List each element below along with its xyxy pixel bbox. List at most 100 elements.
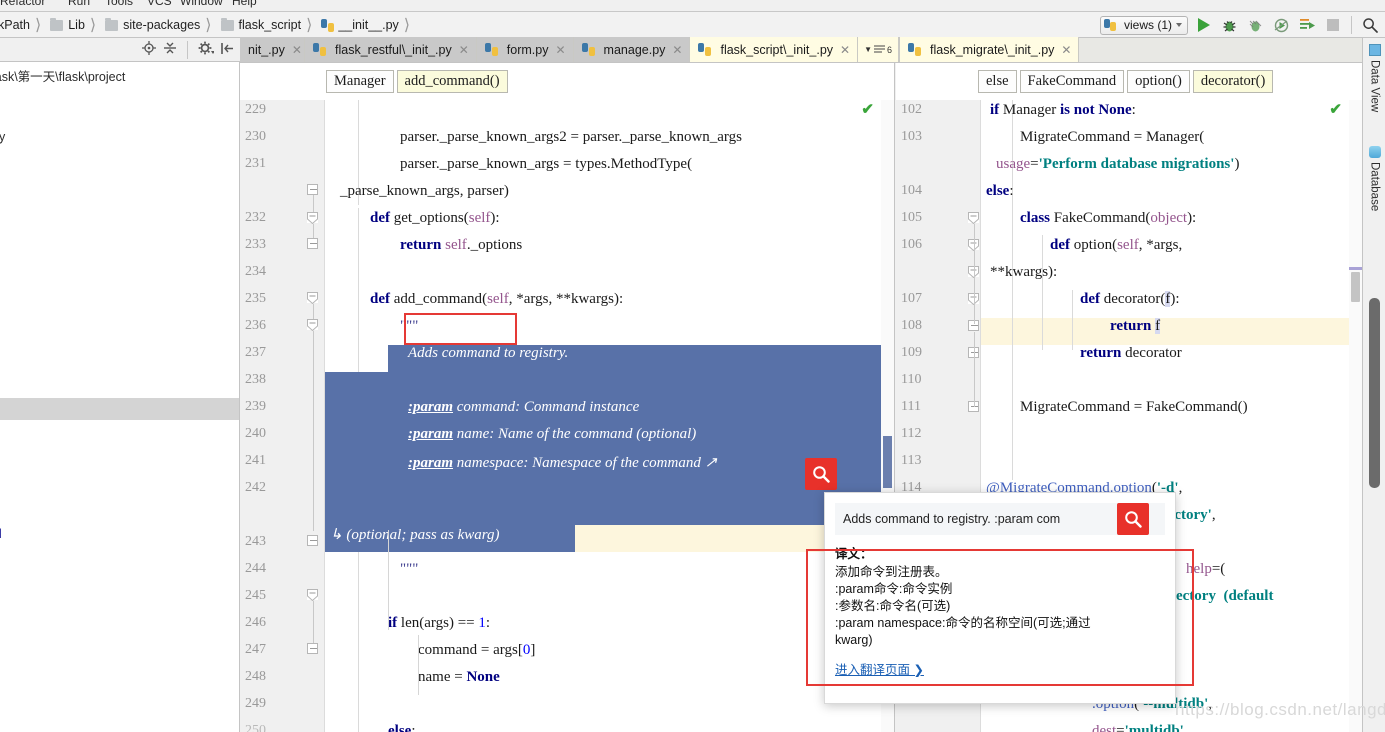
menu-item-window[interactable]: Window [180, 0, 223, 8]
inspection-ok-icon[interactable]: ✔ [1329, 100, 1342, 118]
structure-crumb-fakecommand[interactable]: FakeCommand [1019, 70, 1125, 93]
settings-gear-icon[interactable] [198, 41, 215, 58]
breadcrumb-item-4[interactable]: __init__.py ⟩ [317, 12, 415, 38]
breadcrumb-item-1[interactable]: Lib ⟩ [46, 12, 101, 38]
structure-crumb-option[interactable]: option() [1127, 70, 1190, 93]
symbol-add-command: add_command [393, 291, 483, 307]
close-icon[interactable]: ✕ [1061, 43, 1071, 57]
close-icon[interactable]: ✕ [840, 43, 850, 57]
breadcrumb-item-0[interactable]: kPath ⟩ [0, 12, 46, 38]
tab-flask-migrate-init-py[interactable]: flask_migrate\_init_.py ✕ [899, 37, 1080, 62]
code-line-242b: ↳ (optional; pass as kwarg) [330, 527, 500, 543]
right-editor-breadcrumb: else FakeCommand option() decorator() [896, 63, 1362, 100]
code-line-241: :param name: Name of the command (option… [408, 426, 697, 442]
translate-search-button-floating[interactable] [805, 458, 837, 490]
translate-popup-body: 译文： 添加命令到注册表。 :param命令:命令实例 :参数名:命令名(可选)… [835, 543, 1165, 678]
tool-button-data-view[interactable]: Data View [1363, 44, 1385, 136]
scrollbar-thumb[interactable] [1351, 272, 1360, 302]
chevron-down-icon [1176, 23, 1182, 27]
tool-button-database[interactable]: Database [1363, 146, 1385, 236]
tab-form-py[interactable]: form.py ✕ [476, 37, 574, 62]
translate-result-line: kwarg) [835, 633, 873, 647]
breadcrumb-label-4: __init__.py [338, 18, 399, 32]
python-file-icon [698, 43, 712, 56]
translate-popup[interactable]: Adds command to registry. :param com 译文：… [824, 492, 1176, 704]
structure-crumb-decorator[interactable]: decorator() [1192, 70, 1274, 93]
close-icon[interactable]: ✕ [672, 43, 682, 57]
translate-page-link[interactable]: 进入翻译页面 ❯ [835, 659, 924, 678]
run-icon[interactable] [1192, 14, 1214, 36]
tool-button-label: Database [1368, 162, 1381, 212]
translate-result-line: 添加命令到注册表。 [835, 565, 948, 579]
tab-flask-restful-init-py[interactable]: flask_restful\_init_.py ✕ [305, 37, 477, 62]
tab-manage-py[interactable]: manage.py ✕ [573, 37, 691, 62]
translate-result-line: :参数名:命令名(可选) [835, 599, 951, 613]
debug-icon[interactable] [1218, 14, 1240, 36]
coverage-icon[interactable] [1244, 14, 1266, 36]
chevron-right-icon-4: ⟩ [403, 17, 411, 34]
breadcrumb-label-2: site-packages [123, 18, 201, 32]
close-icon[interactable]: ✕ [555, 43, 565, 57]
editor-pane-left: Manager add_command() 229 230 231 232 23… [240, 63, 895, 732]
tab-nit-py[interactable]: nit_.py ✕ [240, 37, 305, 62]
structure-crumb-else[interactable]: else [978, 70, 1017, 93]
code-line-238: Adds command to registry. [408, 345, 569, 361]
code-line-237: """ [400, 318, 419, 334]
code-line-240: :param command: Command instance [408, 399, 640, 415]
breadcrumb-item-3[interactable]: flask_script ⟩ [217, 12, 318, 38]
structure-crumb-manager[interactable]: Manager [326, 70, 394, 93]
code-line-249: else: [388, 723, 416, 732]
code-line-231: parser._parse_known_args = types.MethodT… [400, 156, 693, 172]
run-configuration-selector[interactable]: views (1) [1099, 15, 1188, 35]
run-configuration-label: views (1) [1123, 18, 1172, 32]
breadcrumb: kPath ⟩ Lib ⟩ site-packages ⟩ flask_scri… [0, 12, 415, 38]
close-icon[interactable]: ✕ [292, 43, 302, 57]
menu-item-help[interactable]: Help [232, 0, 257, 8]
code-line-246: command = args[0] [418, 642, 536, 658]
tab-overflow-button[interactable]: ▼ 6 [858, 37, 900, 62]
project-tool-window[interactable]: 词flask\第一天\flask\project py nl [0, 62, 240, 732]
project-selected-row[interactable] [0, 398, 239, 420]
locate-icon[interactable] [142, 41, 156, 58]
left-code-area[interactable]: 229 230 231 232 233 234 235 236 237 238 … [240, 100, 894, 732]
project-item-nl[interactable]: nl [0, 527, 2, 541]
hide-pane-icon[interactable] [221, 42, 234, 58]
menu-item-vcs[interactable]: VCS [147, 0, 172, 8]
project-path-row[interactable]: 词flask\第一天\flask\project [0, 66, 125, 85]
inspection-ok-icon[interactable]: ✔ [861, 100, 874, 118]
search-everywhere-icon[interactable] [1359, 14, 1381, 36]
scrollbar-thumb[interactable] [883, 436, 892, 488]
stop-icon[interactable] [1322, 14, 1344, 36]
profile-icon[interactable] [1270, 14, 1292, 36]
code-line-114c: help=( [1186, 561, 1226, 577]
run-with-console-icon[interactable] [1296, 14, 1318, 36]
close-icon[interactable]: ✕ [459, 43, 469, 57]
tool-button-label: Data View [1368, 60, 1381, 113]
tab-overflow-count: 6 [887, 44, 893, 55]
chevron-right-icon-0: ⟩ [34, 17, 42, 34]
breadcrumb-item-2[interactable]: site-packages ⟩ [101, 12, 216, 38]
code-line-103b: usage='Perform database migrations') [996, 156, 1240, 172]
scrollbar-marker[interactable] [1349, 267, 1362, 270]
menu-item-refactor[interactable]: Refactor [0, 0, 45, 8]
python-file-icon [484, 43, 498, 56]
translate-search-button[interactable] [1117, 503, 1149, 535]
search-icon [813, 466, 830, 483]
chevron-right-icon-1: ⟩ [89, 17, 97, 34]
code-line-109: return decorator [1080, 345, 1182, 361]
left-code-text[interactable]: parser._parse_known_args2 = parser._pars… [240, 100, 894, 732]
window-scrollbar-thumb[interactable] [1369, 298, 1380, 488]
tab-flask-script-init-py[interactable]: flask_script\_init_.py ✕ [690, 37, 859, 62]
code-line-106: def option(self, *args, [1050, 237, 1183, 253]
collapse-all-icon[interactable] [163, 41, 177, 58]
structure-crumb-add-command[interactable]: add_command() [396, 70, 508, 93]
menu-item-tools[interactable]: Tools [105, 0, 133, 8]
project-item-py[interactable]: py [0, 130, 5, 144]
menu-item-run[interactable]: Run [68, 0, 90, 8]
pycharm-window: Refactor Run Tools VCS Window Help kPath… [0, 0, 1385, 732]
code-line-115b: dest='multidb' [1092, 723, 1184, 732]
project-pane-toolbar [0, 38, 240, 62]
right-editor-scrollbar[interactable] [1349, 100, 1362, 732]
translate-result-line: :param namespace:命令的名称空间(可选;通过 [835, 616, 1091, 630]
chevron-right-icon-2: ⟩ [205, 17, 212, 34]
